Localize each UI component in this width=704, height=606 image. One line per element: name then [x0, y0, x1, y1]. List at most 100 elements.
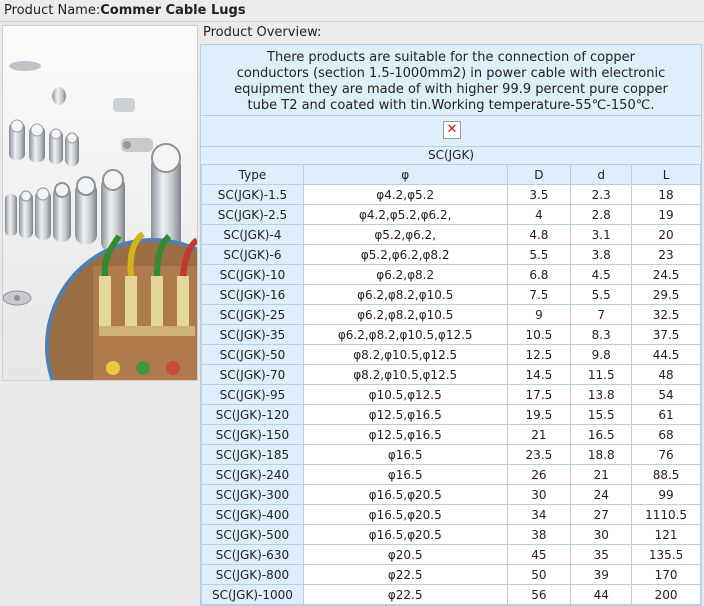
cell-L: 170 — [631, 564, 701, 585]
series-label: SC(JGK) — [427, 148, 475, 162]
cell-type: SC(JGK)-2.5 — [201, 204, 304, 225]
cell-phi: φ20.5 — [302, 544, 508, 565]
cell-D: 3.5 — [506, 184, 572, 205]
cell-type: SC(JGK)-70 — [201, 364, 304, 385]
table-row: SC(JGK)-6 φ5.2,φ6.2,φ8.2 5.5 3.8 23 — [201, 244, 701, 265]
cell-phi: φ16.5,φ20.5 — [302, 504, 508, 525]
cell-D: 6.8 — [506, 264, 572, 285]
cell-D: 5.5 — [506, 244, 572, 265]
cell-phi: φ4.2,φ5.2,φ6.2, — [302, 204, 508, 225]
cell-D: 9 — [506, 304, 572, 325]
cell-d: 11.5 — [570, 364, 633, 385]
table-row: SC(JGK)-95 φ10.5,φ12.5 17.5 13.8 54 — [201, 384, 701, 405]
cell-phi: φ12.5,φ16.5 — [302, 424, 508, 445]
cell-D: 45 — [506, 544, 572, 565]
cell-type: SC(JGK)-95 — [201, 384, 304, 405]
cell-d: 13.8 — [570, 384, 633, 405]
table-row: SC(JGK)-2.5 φ4.2,φ5.2,φ6.2, 4 2.8 19 — [201, 204, 701, 225]
table-row: SC(JGK)-35 φ6.2,φ8.2,φ10.5,φ12.5 10.5 8.3 37… — [201, 324, 701, 345]
table-row: SC(JGK)-240 φ16.5 26 21 88.5 — [201, 464, 701, 485]
cell-D: 14.5 — [506, 364, 572, 385]
cell-d: 3.8 — [570, 244, 633, 265]
image-placeholder-cell: ✕ — [201, 115, 701, 147]
spec-table: Type φ D d L SC(JGK)-1.5 φ4.2,φ5.2 3.5 2.3 1… — [201, 164, 701, 605]
cell-D: 50 — [506, 564, 572, 585]
table-row: SC(JGK)-10 φ6.2,φ8.2 6.8 4.5 24.5 — [201, 264, 701, 285]
cell-d: 3.1 — [570, 224, 633, 245]
table-row: SC(JGK)-150 φ12.5,φ16.5 21 16.5 68 — [201, 424, 701, 445]
cell-type: SC(JGK)-4 — [201, 224, 304, 245]
cell-L: 76 — [631, 444, 701, 465]
table-row: SC(JGK)-25 φ6.2,φ8.2,φ10.5 9 7 32.5 — [201, 304, 701, 325]
cell-L: 32.5 — [631, 304, 701, 325]
cell-type: SC(JGK)-6 — [201, 244, 304, 265]
table-row: SC(JGK)-1.5 φ4.2,φ5.2 3.5 2.3 18 — [201, 184, 701, 205]
cell-type: SC(JGK)-1.5 — [201, 184, 304, 205]
cell-d: 2.3 — [570, 184, 633, 205]
broken-image-icon: ✕ — [443, 121, 461, 139]
product-name-label: Product Name: — [4, 3, 101, 18]
cell-L: 61 — [631, 404, 701, 425]
table-row: SC(JGK)-400 φ16.5,φ20.5 34 27 1110.5 — [201, 504, 701, 525]
column-header-d: d — [570, 164, 633, 185]
cell-D: 19.5 — [506, 404, 572, 425]
cell-L: 23 — [631, 244, 701, 265]
cell-phi: φ5.2,φ6.2, — [302, 224, 508, 245]
table-row: SC(JGK)-1000 φ22.5 56 44 200 — [201, 584, 701, 605]
cell-d: 5.5 — [570, 284, 633, 305]
cell-L: 54 — [631, 384, 701, 405]
product-name: Commer Cable Lugs — [100, 3, 246, 18]
cell-type: SC(JGK)-10 — [201, 264, 304, 285]
table-row: SC(JGK)-630 φ20.5 45 35 135.5 — [201, 544, 701, 565]
cell-phi: φ16.5,φ20.5 — [302, 484, 508, 505]
cell-d: 21 — [570, 464, 633, 485]
table-row: SC(JGK)-16 φ6.2,φ8.2,φ10.5 7.5 5.5 29.5 — [201, 284, 701, 305]
cell-phi: φ22.5 — [302, 564, 508, 585]
cell-L: 29.5 — [631, 284, 701, 305]
cell-phi: φ6.2,φ8.2,φ10.5 — [302, 284, 508, 305]
table-row: SC(JGK)-50 φ8.2,φ10.5,φ12.5 12.5 9.8 44.5 — [201, 344, 701, 365]
table-row: SC(JGK)-185 φ16.5 23.5 18.8 76 — [201, 444, 701, 465]
cell-d: 8.3 — [570, 324, 633, 345]
table-body: SC(JGK)-1.5 φ4.2,φ5.2 3.5 2.3 18 SC(JGK)-2.5 φ… — [201, 184, 701, 605]
cell-d: 18.8 — [570, 444, 633, 465]
cell-L: 68 — [631, 424, 701, 445]
cell-L: 37.5 — [631, 324, 701, 345]
cell-d: 9.8 — [570, 344, 633, 365]
cell-type: SC(JGK)-35 — [201, 324, 304, 345]
table-header-row: Type φ D d L — [201, 164, 701, 185]
cell-D: 7.5 — [506, 284, 572, 305]
product-photo — [2, 25, 198, 381]
cell-phi: φ12.5,φ16.5 — [302, 404, 508, 425]
cell-D: 26 — [506, 464, 572, 485]
cell-type: SC(JGK)-800 — [201, 564, 304, 585]
column-header-type: Type — [201, 164, 304, 185]
cell-d: 2.8 — [570, 204, 633, 225]
product-overview-heading: Product Overview: — [200, 22, 704, 44]
cell-D: 30 — [506, 484, 572, 505]
cable-lugs-image — [3, 26, 197, 380]
cell-type: SC(JGK)-120 — [201, 404, 304, 425]
cell-type: SC(JGK)-185 — [201, 444, 304, 465]
cell-phi: φ22.5 — [302, 584, 508, 605]
cell-type: SC(JGK)-150 — [201, 424, 304, 445]
cell-type: SC(JGK)-25 — [201, 304, 304, 325]
cell-phi: φ6.2,φ8.2 — [302, 264, 508, 285]
cell-L: 200 — [631, 584, 701, 605]
cell-phi: φ6.2,φ8.2,φ10.5,φ12.5 — [302, 324, 508, 345]
cell-phi: φ5.2,φ6.2,φ8.2 — [302, 244, 508, 265]
cell-type: SC(JGK)-630 — [201, 544, 304, 565]
cell-phi: φ16.5 — [302, 464, 508, 485]
cell-phi: φ8.2,φ10.5,φ12.5 — [302, 364, 508, 385]
cell-d: 27 — [570, 504, 633, 525]
cell-phi: φ4.2,φ5.2 — [302, 184, 508, 205]
cell-phi: φ10.5,φ12.5 — [302, 384, 508, 405]
cell-d: 24 — [570, 484, 633, 505]
table-row: SC(JGK)-500 φ16.5,φ20.5 38 30 121 — [201, 524, 701, 545]
cell-phi: φ16.5,φ20.5 — [302, 524, 508, 545]
cell-D: 56 — [506, 584, 572, 605]
cell-D: 21 — [506, 424, 572, 445]
column-header-D: D — [506, 164, 572, 185]
cell-D: 34 — [506, 504, 572, 525]
cell-D: 10.5 — [506, 324, 572, 345]
